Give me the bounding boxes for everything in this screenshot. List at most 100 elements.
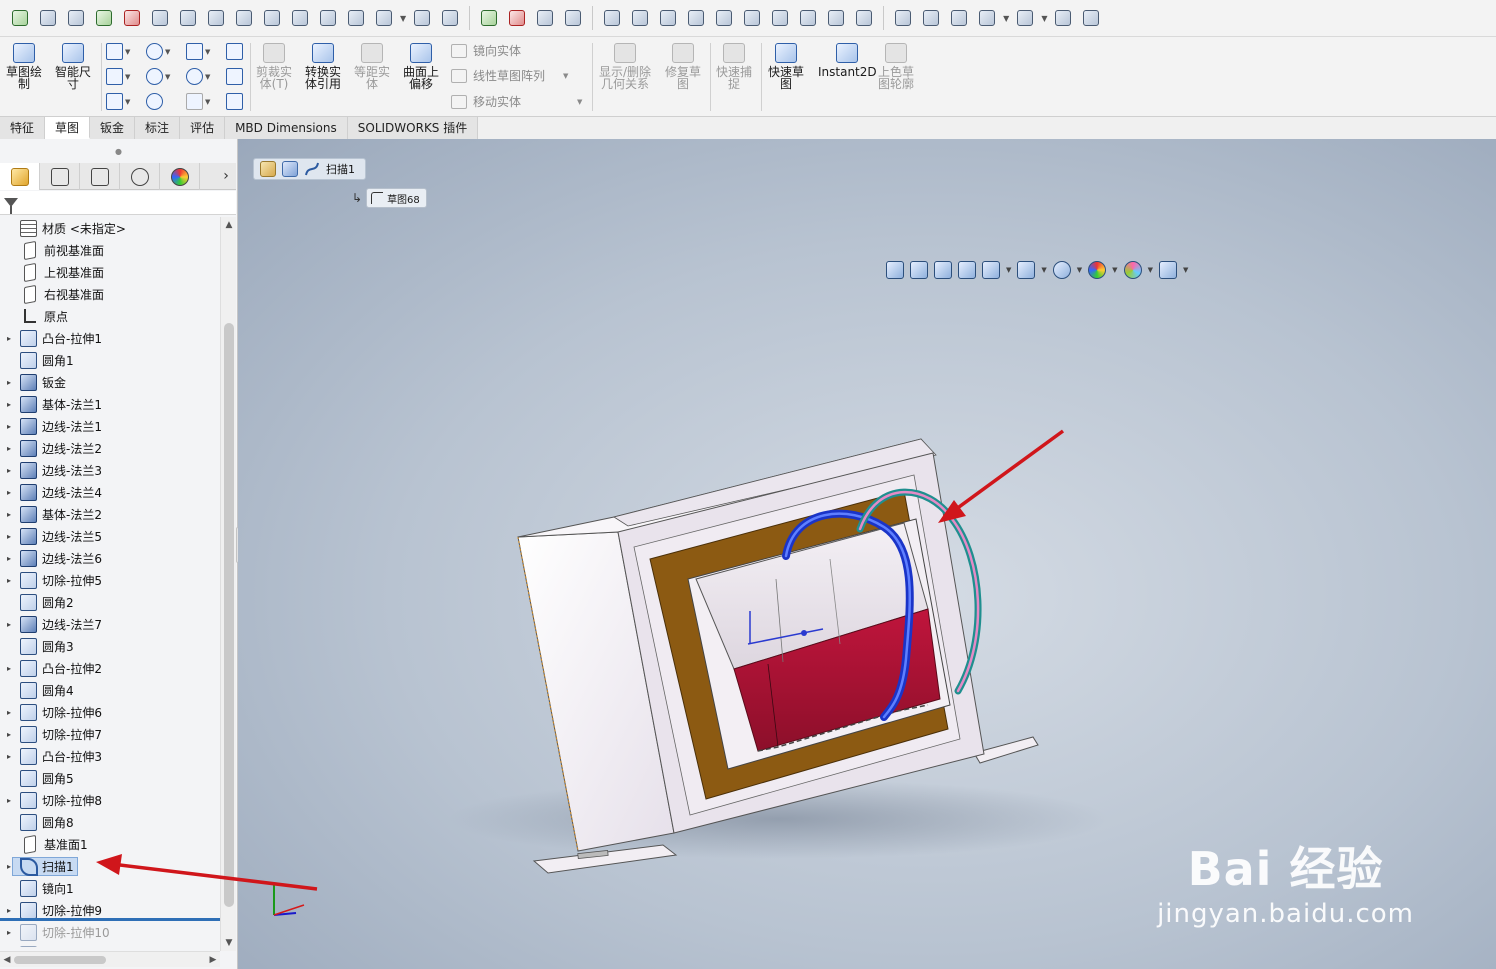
- tree-node[interactable]: ▸ 切除-拉伸7: [0, 723, 220, 745]
- tree-node[interactable]: 前视基准面: [0, 239, 220, 261]
- tree-node-content[interactable]: 边线-法兰5: [16, 527, 102, 545]
- offset-entities-button[interactable]: 等距实 体: [354, 43, 390, 90]
- tree-node-content[interactable]: 凸台-拉伸3: [16, 747, 102, 765]
- weld-bead-icon[interactable]: [438, 6, 462, 30]
- expand-icon[interactable]: ▸: [2, 554, 16, 563]
- check-sketch-icon[interactable]: [477, 6, 501, 30]
- rip-icon[interactable]: [852, 6, 876, 30]
- tree-node-content[interactable]: 切除-拉伸6: [16, 703, 102, 721]
- display-style-icon[interactable]: [947, 6, 971, 30]
- dropdown-caret-icon[interactable]: ▼: [1003, 14, 1009, 23]
- tree-node-content[interactable]: 材质 <未指定>: [16, 219, 126, 237]
- breadcrumb[interactable]: 扫描1: [253, 158, 366, 180]
- expand-icon[interactable]: ▸: [2, 664, 16, 673]
- tree-node-content[interactable]: 边线-法兰4: [16, 483, 102, 501]
- display-relations-button[interactable]: 显示/删除 几何关系: [599, 43, 651, 90]
- tree-node[interactable]: 圆角4: [0, 679, 220, 701]
- breadcrumb-sketch[interactable]: 草图68: [366, 188, 427, 208]
- tree-node[interactable]: ▸ 边线-法兰3: [0, 459, 220, 481]
- tree-node-content[interactable]: 基准面1: [16, 834, 88, 854]
- rectangle-tool[interactable]: ▼: [106, 68, 130, 85]
- tree-node-content[interactable]: 切除-拉伸9: [16, 901, 102, 919]
- rapid-sketch-button[interactable]: 快速草 图: [768, 43, 804, 90]
- hide-show-icon[interactable]: [975, 6, 999, 30]
- tree-node-content[interactable]: 边线-法兰3: [16, 461, 102, 479]
- scroll-down-icon[interactable]: ▼: [221, 935, 237, 951]
- display-manager-tab[interactable]: [160, 163, 200, 190]
- symmetry-icon[interactable]: [232, 6, 256, 30]
- move-entities-button[interactable]: 移动实体 ▼: [451, 93, 582, 110]
- tab-5[interactable]: MBD Dimensions: [225, 117, 348, 139]
- tree-node[interactable]: ▸ 钣金: [0, 371, 220, 393]
- loft-bend-icon[interactable]: [712, 6, 736, 30]
- expand-icon[interactable]: ▸: [2, 730, 16, 739]
- sketch-button[interactable]: 草图绘 制: [6, 43, 42, 90]
- tab-2[interactable]: 钣金: [90, 117, 136, 139]
- check-icon[interactable]: [92, 6, 116, 30]
- scroll-left-icon[interactable]: ◀: [0, 952, 14, 968]
- tree-node[interactable]: ▸ 边线-法兰5: [0, 525, 220, 547]
- tree-node-content[interactable]: 上视基准面: [16, 262, 104, 282]
- hscroll-thumb[interactable]: [14, 956, 106, 964]
- repair-icon[interactable]: [372, 6, 396, 30]
- tree-node[interactable]: ▸凸台-拉伸4: [0, 943, 220, 947]
- tree-node[interactable]: 材质 <未指定>: [0, 217, 220, 239]
- mirror-icon[interactable]: [410, 6, 434, 30]
- tree-node-content[interactable]: 切除-拉伸5: [16, 571, 102, 589]
- tree-node[interactable]: ▸ 基体-法兰2: [0, 503, 220, 525]
- deviation-icon[interactable]: [260, 6, 284, 30]
- view-settings-icon[interactable]: [1158, 261, 1177, 279]
- tree-node-content[interactable]: 镜向1: [16, 879, 74, 897]
- tree-node-content[interactable]: 基体-法兰2: [16, 505, 102, 523]
- section-view-icon[interactable]: [891, 6, 915, 30]
- panel-grip[interactable]: ●: [0, 139, 237, 163]
- tree-node[interactable]: 圆角8: [0, 811, 220, 833]
- stop-icon[interactable]: [505, 6, 529, 30]
- line-tool[interactable]: ▼: [106, 43, 130, 60]
- rollback-bar[interactable]: [0, 918, 220, 921]
- plane-sketch-tool[interactable]: [226, 93, 243, 110]
- tree-node-content[interactable]: 凸台-拉伸4: [16, 945, 102, 947]
- expand-icon[interactable]: ▸: [2, 466, 16, 475]
- tree-node-content[interactable]: 右视基准面: [16, 284, 104, 304]
- tree-node[interactable]: ▸ 切除-拉伸10: [0, 921, 220, 943]
- hem-icon[interactable]: [600, 6, 624, 30]
- tree-node[interactable]: ▸ 边线-法兰2: [0, 437, 220, 459]
- tree-node-content[interactable]: 扫描1: [12, 856, 78, 876]
- tree-node-content[interactable]: 凸台-拉伸2: [16, 659, 102, 677]
- thickness-icon[interactable]: [288, 6, 312, 30]
- ellipse-tool[interactable]: ▼: [186, 68, 210, 85]
- repair-sketch-button[interactable]: 修复草 图: [665, 43, 701, 90]
- tree-node-content[interactable]: 边线-法兰2: [16, 439, 102, 457]
- measure-icon[interactable]: [36, 6, 60, 30]
- tree-node[interactable]: 圆角1: [0, 349, 220, 371]
- sum-icon[interactable]: [204, 6, 228, 30]
- tree-node[interactable]: ▸ 边线-法兰1: [0, 415, 220, 437]
- settings-icon[interactable]: [533, 6, 557, 30]
- zoom-to-fit-icon[interactable]: [886, 261, 904, 279]
- chevron-right-icon[interactable]: ›: [216, 163, 236, 189]
- graphics-area[interactable]: ▼ ▼ ▼ ▼ ▼ ▼ Bai 经验 jingyan.baidu.com: [238, 139, 1496, 969]
- previous-view-icon[interactable]: [934, 261, 952, 279]
- forming-tool-icon[interactable]: [740, 6, 764, 30]
- tree-node-content[interactable]: 切除-拉伸7: [16, 725, 102, 743]
- tab-6[interactable]: SOLIDWORKS 插件: [347, 117, 479, 139]
- edit-appearance-icon[interactable]: [1013, 6, 1037, 30]
- configurationmanager-tab[interactable]: [80, 163, 120, 190]
- quick-snaps-button[interactable]: 快速捕 捉: [716, 43, 752, 90]
- tree-node[interactable]: 上视基准面: [0, 261, 220, 283]
- tab-3[interactable]: 标注: [135, 117, 181, 139]
- dropdown-caret-icon[interactable]: ▼: [400, 14, 406, 23]
- tree-node[interactable]: ▸ 边线-法兰7: [0, 613, 220, 635]
- smart-dimension-button[interactable]: 智能尺 寸: [55, 43, 91, 90]
- expand-icon[interactable]: ▸: [2, 510, 16, 519]
- sheet-icon[interactable]: [656, 6, 680, 30]
- tree-node-content[interactable]: 切除-拉伸10: [16, 923, 110, 941]
- scroll-up-icon[interactable]: ▲: [221, 217, 237, 233]
- arc-tool[interactable]: ▼: [146, 68, 170, 85]
- expand-icon[interactable]: ▸: [2, 708, 16, 717]
- tree-node[interactable]: 圆角3: [0, 635, 220, 657]
- section-view-icon[interactable]: [958, 261, 976, 279]
- tree-node[interactable]: ▸ 切除-拉伸5: [0, 569, 220, 591]
- expand-icon[interactable]: ▸: [2, 928, 16, 937]
